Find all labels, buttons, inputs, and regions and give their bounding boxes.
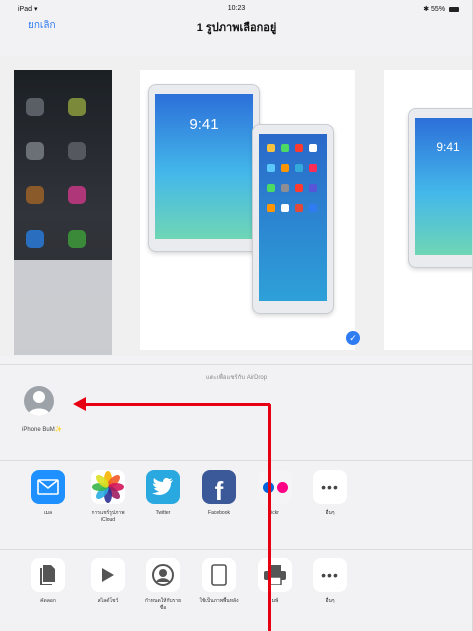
calendar-app-icon: [26, 142, 44, 160]
control-center-panel: [14, 260, 112, 355]
battery-icon: [449, 6, 459, 12]
annotation-arrow-line: [84, 403, 270, 406]
mail-icon: [31, 470, 65, 504]
status-bar: iPad ▾ 10:23 ✱ 55%: [0, 0, 472, 18]
twitter-icon: [146, 470, 180, 504]
copy-icon: [31, 558, 65, 592]
maps-app-icon: [68, 98, 86, 116]
divider: [0, 460, 472, 461]
clock-text-right: 9:41: [436, 140, 460, 154]
annotation-arrow-head-icon: [73, 397, 86, 411]
share-sheet-screen: iPad ▾ 10:23 ✱ 55% ยกเลิก 1 รูปภาพเลือกอ…: [0, 0, 473, 631]
airdrop-device-name[interactable]: iPhone BuM✨: [22, 426, 62, 433]
photo-thumbnail-ipads[interactable]: 9:41: [140, 70, 355, 350]
ipad-screen: 9:41: [155, 94, 253, 239]
battery-percent: 55%: [431, 6, 446, 13]
share-mail-button[interactable]: เมล: [28, 470, 68, 517]
sparkle-icon: ✨: [54, 427, 63, 433]
share-mail-label: เมล: [43, 510, 53, 516]
selected-checkmark-icon[interactable]: ✓: [346, 331, 360, 345]
status-time: 10:23: [227, 5, 246, 12]
photos-icon: [91, 470, 125, 504]
contact-icon: [146, 558, 180, 592]
share-facebook-label: Facebook: [208, 510, 230, 516]
action-more-button[interactable]: ••• อื่นๆ: [310, 558, 350, 605]
ipad-mini-image: [252, 124, 334, 314]
bluetooth-icon: ✱: [423, 6, 430, 13]
more-icon: •••: [313, 558, 347, 592]
share-more-label: อื่นๆ: [325, 510, 335, 516]
flickr-icon: [258, 470, 292, 504]
action-assign-contact-label: กำหนดให้กับรายชื่อ: [144, 598, 182, 611]
share-twitter-label: Twitter: [155, 510, 171, 516]
person-icon: [28, 391, 50, 416]
ipad-image-right: 9:41: [408, 108, 472, 268]
status-battery: ✱ 55%: [423, 5, 459, 13]
actions-row: คัดลอก สไลด์โชว์ กำหนดให้กับรายชื่อ ใช้เ…: [0, 558, 472, 631]
share-more-button[interactable]: ••• อื่นๆ: [310, 470, 350, 517]
ipad-air-image: 9:41: [148, 84, 260, 252]
ipad-screen-right: 9:41: [415, 118, 472, 255]
action-assign-contact-button[interactable]: กำหนดให้กับรายชื่อ: [143, 558, 183, 612]
action-copy-button[interactable]: คัดลอก: [28, 558, 68, 605]
share-apps-row: เมล การแชร์รูปภาพ iCloud Twitter f Faceb…: [0, 470, 472, 550]
share-icloud-photos-label: การแชร์รูปภาพ iCloud: [91, 510, 125, 523]
game-app-icon: [26, 186, 44, 204]
camera-app-icon: [26, 98, 44, 116]
action-slideshow-label: สไลด์โชว์: [97, 598, 119, 604]
ipad-mini-screen: [259, 134, 327, 301]
divider: [0, 549, 472, 550]
page-title: 1 รูปภาพเลือกอยู่: [196, 22, 277, 34]
music-app-icon: [68, 186, 86, 204]
more-icon: •••: [313, 470, 347, 504]
share-twitter-button[interactable]: Twitter: [143, 470, 183, 517]
share-facebook-button[interactable]: f Facebook: [199, 470, 239, 517]
photo-thumbnail-safari[interactable]: 9:41: [384, 70, 472, 350]
action-slideshow-button[interactable]: สไลด์โชว์: [88, 558, 128, 605]
appstore-app-icon: [26, 230, 44, 248]
share-flickr-label: ickr: [271, 510, 279, 516]
divider: [0, 364, 472, 365]
airdrop-device-avatar[interactable]: [24, 386, 54, 416]
share-flickr-button[interactable]: ickr: [255, 470, 295, 517]
clock-text: 9:41: [189, 116, 219, 133]
share-icloud-photos-button[interactable]: การแชร์รูปภาพ iCloud: [88, 470, 128, 524]
slideshow-icon: [91, 558, 125, 592]
action-wallpaper-label: ใช้เป็นภาพพื้นหลัง: [199, 598, 239, 604]
airdrop-device-label: iPhone BuM: [22, 427, 55, 433]
action-wallpaper-button[interactable]: ใช้เป็นภาพพื้นหลัง: [199, 558, 239, 605]
wallpaper-icon: [202, 558, 236, 592]
annotation-arrow-line: [268, 404, 271, 631]
print-icon: [258, 558, 292, 592]
action-copy-label: คัดลอก: [40, 598, 56, 604]
action-print-label: มพ์: [271, 598, 279, 604]
action-print-button[interactable]: มพ์: [255, 558, 295, 605]
facetime-app-icon: [68, 230, 86, 248]
facebook-icon: f: [202, 470, 236, 504]
action-more-label: อื่นๆ: [325, 598, 335, 604]
airdrop-caption: แตะเพื่อแชร์กับ AirDrop: [205, 375, 268, 381]
notes-app-icon: [68, 142, 86, 160]
